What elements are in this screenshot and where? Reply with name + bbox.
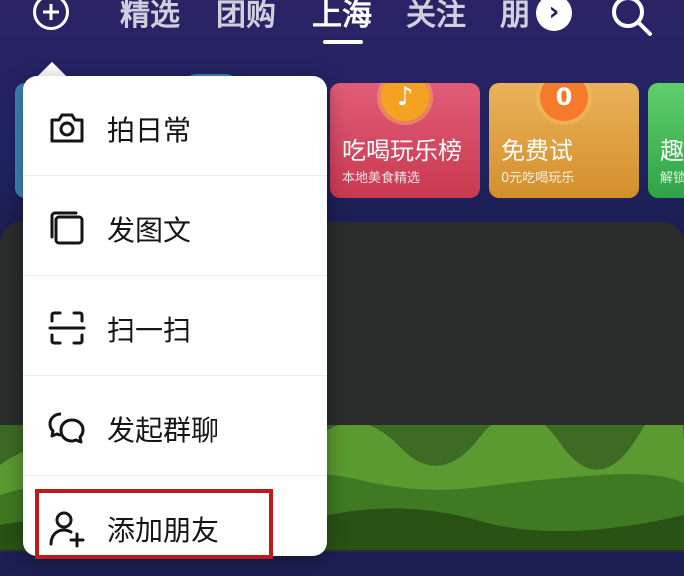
tab-city[interactable]: 上海 <box>312 0 372 34</box>
search-icon[interactable] <box>608 0 654 38</box>
food-badge-glyph: ♪ <box>396 83 414 112</box>
tab-following[interactable]: 关注 <box>406 0 466 34</box>
menu-item-label: 发图文 <box>107 214 192 247</box>
free-badge-glyph: 0 <box>555 83 573 111</box>
menu-item-label: 发起群聊 <box>107 414 220 447</box>
menu-item-post-image-text[interactable]: 发图文 <box>23 176 327 276</box>
menu-item-take-photo[interactable]: 拍日常 <box>23 76 327 176</box>
more-tabs-chevron-icon[interactable]: › <box>536 0 572 31</box>
card-subtitle: 本地美食精选 <box>342 171 421 186</box>
menu-item-label: 扫一扫 <box>107 314 192 347</box>
card-title: 吃喝玩乐榜 <box>342 137 462 165</box>
menu-item-group-chat[interactable]: 发起群聊 <box>23 376 327 476</box>
card-title: 趣 <box>660 137 684 165</box>
card-fun-partial[interactable]: 趣 解锁 <box>648 83 684 198</box>
quick-action-menu: 拍日常 发图文 扫一扫 发起群聊 添加朋友 <box>23 76 327 556</box>
menu-item-label: 拍日常 <box>107 114 192 147</box>
music-note-icon: ♪ <box>381 83 429 121</box>
active-tab-indicator <box>323 40 363 44</box>
top-nav-bar: 精选 团购 上海 关注 朋 › <box>0 0 684 60</box>
card-free-trial[interactable]: 0 免费试 0元吃喝玩乐 <box>489 83 639 198</box>
card-title: 免费试 <box>501 137 573 165</box>
highlight-box <box>35 489 273 559</box>
card-food-ranking[interactable]: ♪ 吃喝玩乐榜 本地美食精选 <box>330 83 480 198</box>
menu-item-scan[interactable]: 扫一扫 <box>23 276 327 376</box>
camera-icon <box>50 113 84 143</box>
tab-group-buy[interactable]: 团购 <box>216 0 276 34</box>
zero-yuan-icon: 0 <box>540 83 588 121</box>
scan-icon <box>48 311 86 345</box>
group-chat-icon <box>48 412 85 444</box>
card-subtitle: 解锁 <box>660 171 684 186</box>
image-post-icon <box>50 211 84 245</box>
tab-friends[interactable]: 朋 <box>500 0 530 34</box>
plus-icon[interactable] <box>33 0 69 30</box>
card-subtitle: 0元吃喝玩乐 <box>501 171 575 186</box>
tab-selected[interactable]: 精选 <box>120 0 180 34</box>
